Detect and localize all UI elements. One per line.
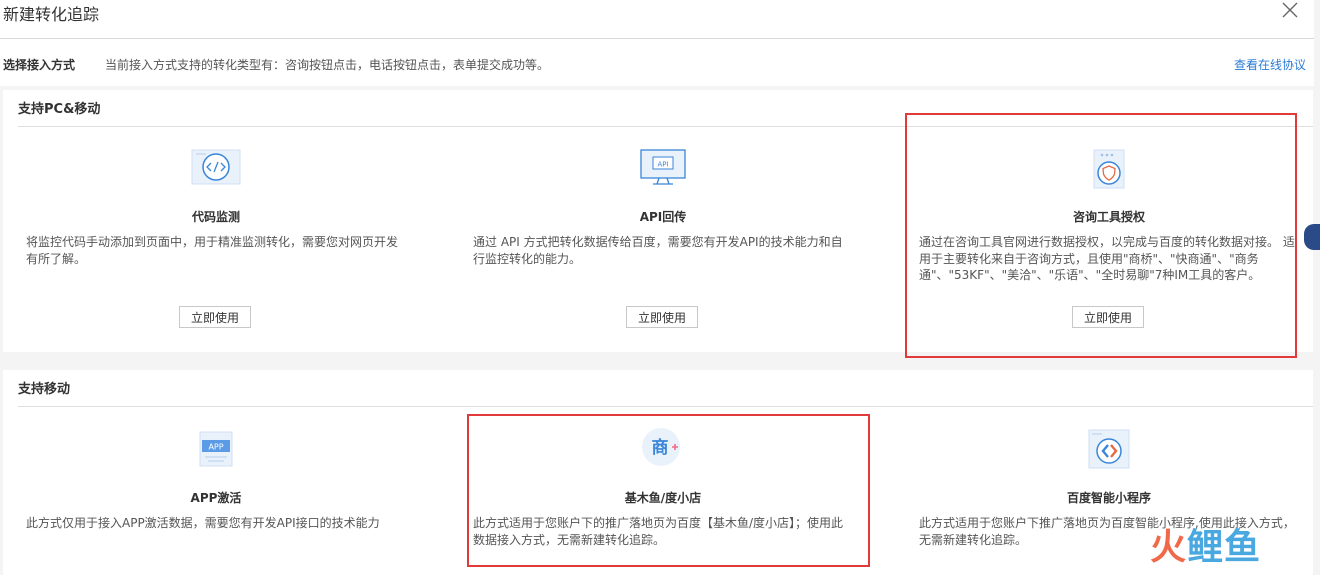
method-description: 当前接入方式支持的转化类型有：咨询按钮点击，电话按钮点击，表单提交成功等。 <box>105 58 550 72</box>
side-panel-handle[interactable] <box>1304 224 1320 250</box>
card-title: 百度智能小程序 <box>1066 491 1151 505</box>
card-description: 此方式仅用于接入APP激活数据，需要您有开发API接口的技术能力 <box>26 516 380 530</box>
use-code-monitor-button[interactable]: 立即使用 <box>179 306 251 328</box>
card-description: 将监控代码手动添加到页面中，用于精准监测转化，需要您对网页开发有所了解。 <box>26 235 399 266</box>
code-icon <box>188 144 244 190</box>
method-bar: 选择接入方式 当前接入方式支持的转化类型有：咨询按钮点击，电话按钮点击，表单提交… <box>0 39 1314 86</box>
app-icon: APP <box>188 426 244 472</box>
section-divider <box>18 406 1313 407</box>
use-api-callback-button[interactable]: 立即使用 <box>626 306 698 328</box>
api-icon: API <box>635 144 691 190</box>
card-title: API回传 <box>639 210 687 224</box>
svg-text:APP: APP <box>208 443 223 452</box>
close-icon[interactable] <box>1280 0 1300 20</box>
watermark-logo: 火鲤鱼 <box>1150 528 1261 568</box>
card-description: 通过 API 方式把转化数据传给百度，需要您有开发API的技术能力和自行监控转化… <box>473 235 843 266</box>
highlight-box-consult-tool <box>905 113 1297 358</box>
dialog-title: 新建转化追踪 <box>3 5 100 24</box>
watermark-part-1: 火 <box>1150 527 1188 568</box>
dialog-header: 新建转化追踪 <box>0 0 1314 39</box>
highlight-box-jimuyu-shop <box>467 414 870 567</box>
svg-text:API: API <box>657 161 668 169</box>
section-title: 支持移动 <box>18 382 71 397</box>
watermark-part-2: 鲤鱼 <box>1187 527 1262 568</box>
method-label: 选择接入方式 <box>3 58 76 72</box>
section-title: 支持PC&移动 <box>18 102 101 117</box>
protocol-link[interactable]: 查看在线协议 <box>1234 58 1306 72</box>
card-title: APP激活 <box>190 491 242 505</box>
mini-program-icon <box>1081 426 1137 472</box>
card-title: 代码监测 <box>191 210 240 224</box>
